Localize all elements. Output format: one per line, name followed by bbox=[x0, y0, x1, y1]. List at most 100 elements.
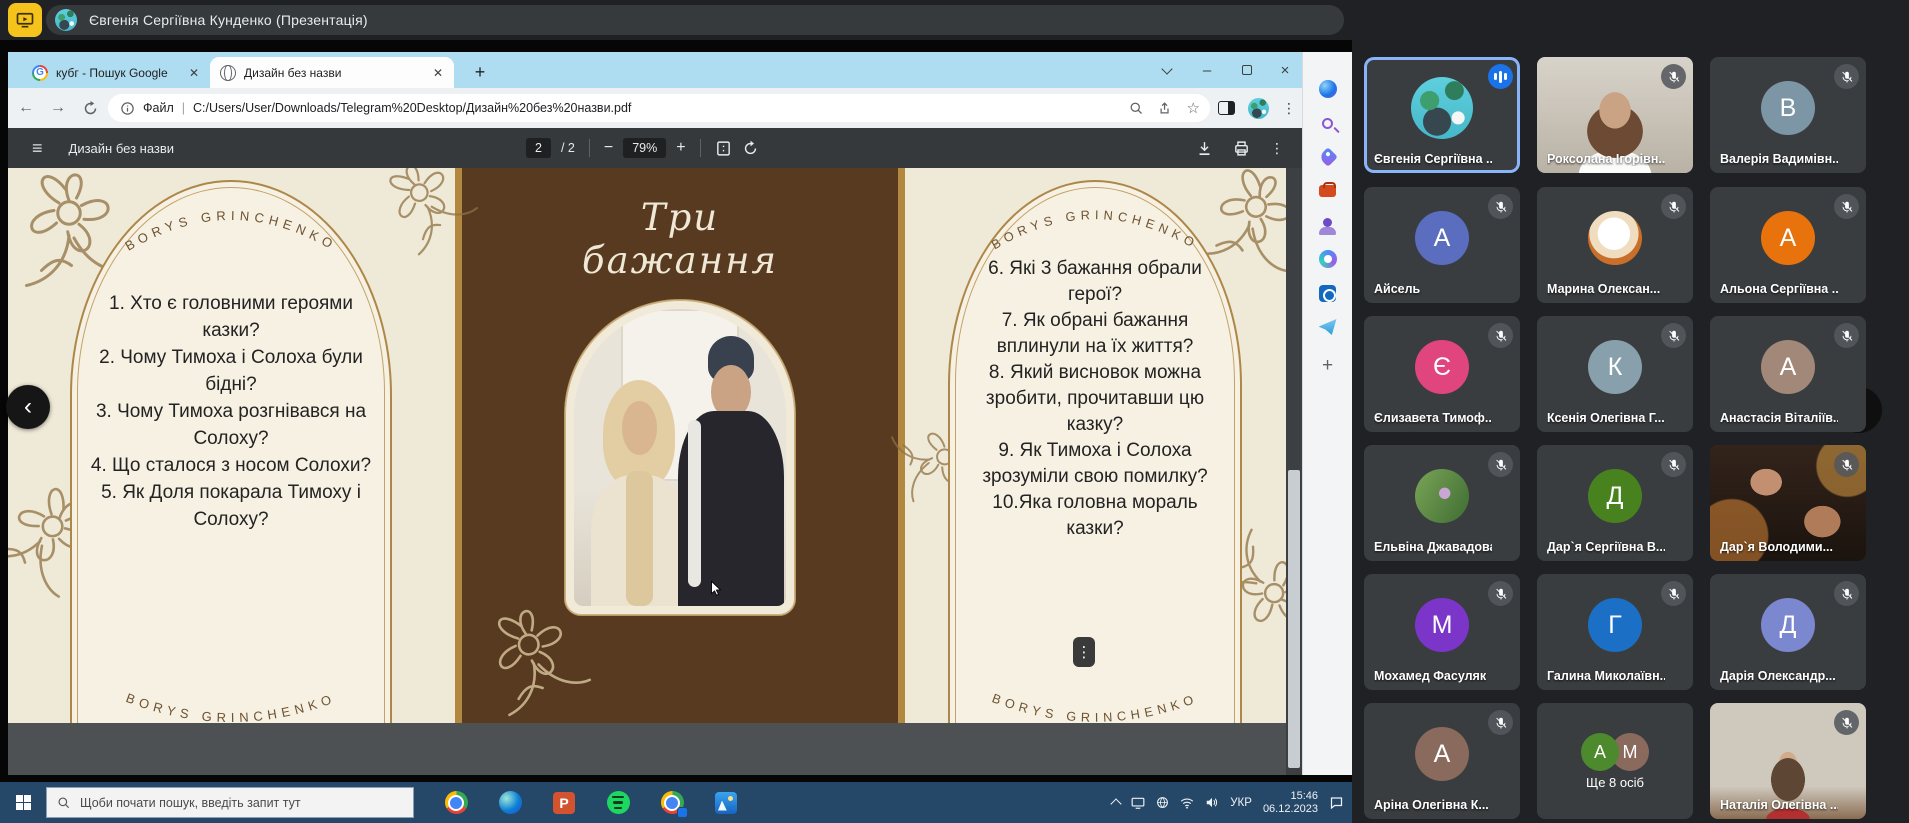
participant-tile[interactable]: ААнастасія Віталіїв... bbox=[1710, 316, 1866, 432]
avatar: А bbox=[1581, 733, 1619, 771]
zoom-out-button[interactable]: − bbox=[604, 139, 613, 157]
url-field[interactable]: Файл | C:/Users/User/Downloads/Telegram%… bbox=[108, 94, 1210, 122]
participant-tile[interactable]: АМЩе 8 осіб bbox=[1537, 703, 1693, 819]
reload-icon[interactable] bbox=[76, 94, 104, 122]
scrollbar-thumb[interactable] bbox=[1288, 470, 1300, 768]
mic-off-icon bbox=[1834, 710, 1859, 735]
photo-frame bbox=[565, 300, 795, 615]
participant-tile[interactable]: Г Галина Миколаївн... bbox=[1537, 574, 1693, 690]
fit-page-icon[interactable] bbox=[715, 140, 732, 157]
presentation-title-pill: Євгенія Сергіївна Кунденко (Презентація) bbox=[46, 5, 1344, 35]
forward-icon[interactable]: → bbox=[44, 94, 72, 122]
participant-tile[interactable]: Наталія Олегівна ... bbox=[1710, 703, 1866, 819]
telegram-icon[interactable] bbox=[1315, 314, 1341, 340]
outlook-icon[interactable] bbox=[1315, 280, 1341, 306]
language-indicator[interactable]: УКР bbox=[1230, 797, 1252, 809]
tab-pdf-document[interactable]: Дизайн без назви ✕ bbox=[210, 57, 454, 88]
info-icon[interactable] bbox=[120, 101, 135, 116]
minimize-button[interactable]: – bbox=[1188, 52, 1226, 88]
zoom-in-button[interactable]: + bbox=[676, 139, 685, 157]
question-item: 10.Яка головна мораль казки? bbox=[965, 490, 1225, 542]
screen-share-icon[interactable] bbox=[8, 3, 42, 37]
games-icon[interactable] bbox=[1315, 246, 1341, 272]
mic-off-icon bbox=[1488, 323, 1513, 348]
rotate-icon[interactable] bbox=[742, 140, 759, 157]
tab-close-icon[interactable]: ✕ bbox=[430, 65, 446, 81]
participant-tile[interactable]: ААйсель bbox=[1364, 187, 1520, 303]
participant-tile[interactable]: ДДар`я Сергіївна В... bbox=[1537, 445, 1693, 561]
participant-tile[interactable]: ААльона Сергіївна ... bbox=[1710, 187, 1866, 303]
download-icon[interactable] bbox=[1196, 140, 1213, 157]
people-icon[interactable] bbox=[1315, 212, 1341, 238]
close-window-button[interactable]: × bbox=[1266, 52, 1304, 88]
participant-tile[interactable]: Роксолана Ігорівн... bbox=[1537, 57, 1693, 173]
page-number-field[interactable]: 2 bbox=[526, 138, 551, 158]
participant-tile[interactable]: ММохамед Фасуляк bbox=[1364, 574, 1520, 690]
copilot-icon[interactable] bbox=[1315, 76, 1341, 102]
network-icon[interactable] bbox=[1156, 796, 1169, 809]
print-icon[interactable] bbox=[1233, 140, 1250, 157]
volume-icon[interactable] bbox=[1205, 796, 1219, 809]
presenter-name: Євгенія Сергіївна Кунденко (Презентація) bbox=[89, 12, 368, 28]
pdf-scrollbar[interactable] bbox=[1286, 168, 1302, 775]
search-icon[interactable] bbox=[1315, 110, 1341, 136]
taskbar-search-input[interactable]: Щоби почати пошук, введіть запит тут bbox=[46, 787, 414, 818]
participant-tile[interactable]: Марина Олексан... bbox=[1537, 187, 1693, 303]
profile-avatar[interactable] bbox=[1248, 98, 1269, 119]
add-icon[interactable]: + bbox=[1315, 352, 1341, 378]
taskbar-app-powerpoint[interactable]: P bbox=[544, 782, 584, 823]
wifi-icon[interactable] bbox=[1180, 797, 1194, 809]
participant-tile[interactable]: ЄЄлизавета Тимоф... bbox=[1364, 316, 1520, 432]
slide-title: Три бажання bbox=[548, 196, 812, 282]
participant-name: Валерія Вадимівн... bbox=[1720, 152, 1838, 166]
pdf-menu-icon[interactable]: ≡ bbox=[32, 138, 43, 159]
url-path: C:/Users/User/Downloads/Telegram%20Deskt… bbox=[193, 101, 631, 115]
taskbar-app-chrome-meet[interactable] bbox=[652, 782, 692, 823]
participant-name: Аріна Олегівна К... bbox=[1374, 798, 1492, 812]
taskbar-clock[interactable]: 15:46 06.12.2023 bbox=[1263, 790, 1318, 816]
participant-name: Галина Миколаївн... bbox=[1547, 669, 1665, 683]
question-item: 8. Який висновок можна зробити, прочитав… bbox=[965, 360, 1225, 438]
avatar: Г bbox=[1588, 598, 1642, 652]
display-icon[interactable] bbox=[1131, 797, 1145, 809]
maximize-button[interactable] bbox=[1228, 52, 1266, 88]
previous-tiles-button[interactable]: ‹ bbox=[6, 385, 50, 429]
participant-tile[interactable]: Євгенія Сергіївна ... bbox=[1364, 57, 1520, 173]
participant-tile[interactable]: Дар`я Володими... bbox=[1710, 445, 1866, 561]
taskbar-app-chrome[interactable] bbox=[436, 782, 476, 823]
tray-expand-icon[interactable] bbox=[1111, 798, 1122, 809]
participant-tile[interactable]: ВВалерія Вадимівн... bbox=[1710, 57, 1866, 173]
tab-google-search[interactable]: кубг - Пошук Google ✕ bbox=[22, 57, 210, 88]
zoom-icon[interactable] bbox=[1129, 101, 1144, 116]
new-tab-button[interactable]: + bbox=[468, 60, 492, 84]
side-panel-icon[interactable] bbox=[1218, 101, 1235, 115]
participant-name: Альона Сергіївна ... bbox=[1720, 282, 1838, 296]
participant-tile[interactable]: ДДарія Олександр... bbox=[1710, 574, 1866, 690]
participant-tile[interactable]: Ельвіна Джавадова bbox=[1364, 445, 1520, 561]
start-button[interactable] bbox=[0, 782, 46, 823]
bookmark-star-icon[interactable]: ☆ bbox=[1187, 99, 1200, 117]
share-icon[interactable] bbox=[1158, 101, 1173, 116]
globe-favicon bbox=[220, 65, 236, 81]
pdf-viewport: BORYS GRINCHENKO BORYS GRINCHENKO 1. Хто… bbox=[8, 168, 1302, 775]
shopping-icon[interactable] bbox=[1315, 144, 1341, 170]
pdf-more-icon[interactable]: ⋮ bbox=[1270, 146, 1284, 150]
avatar: Д bbox=[1761, 598, 1815, 652]
tab-close-icon[interactable]: ✕ bbox=[186, 65, 202, 81]
taskbar-app-photos[interactable] bbox=[706, 782, 746, 823]
participant-tile[interactable]: ААріна Олегівна К... bbox=[1364, 703, 1520, 819]
back-icon[interactable]: ← bbox=[12, 94, 40, 122]
notification-icon[interactable] bbox=[1329, 796, 1344, 810]
mic-off-icon bbox=[1661, 323, 1686, 348]
taskbar-app-spotify[interactable] bbox=[598, 782, 638, 823]
taskbar-app-edge[interactable] bbox=[490, 782, 530, 823]
tab-search-chevron-icon[interactable] bbox=[1148, 52, 1186, 88]
tools-icon[interactable] bbox=[1315, 178, 1341, 204]
mic-off-icon bbox=[1488, 581, 1513, 606]
browser-menu-icon[interactable]: ⋮ bbox=[1282, 106, 1296, 110]
participant-tile[interactable]: ККсенія Олегівна Г... bbox=[1537, 316, 1693, 432]
zoom-level-field[interactable]: 79% bbox=[623, 138, 666, 158]
avatar: Є bbox=[1415, 340, 1469, 394]
presenter-avatar bbox=[55, 9, 77, 31]
share-options-icon[interactable]: ⋮ bbox=[1073, 637, 1095, 667]
